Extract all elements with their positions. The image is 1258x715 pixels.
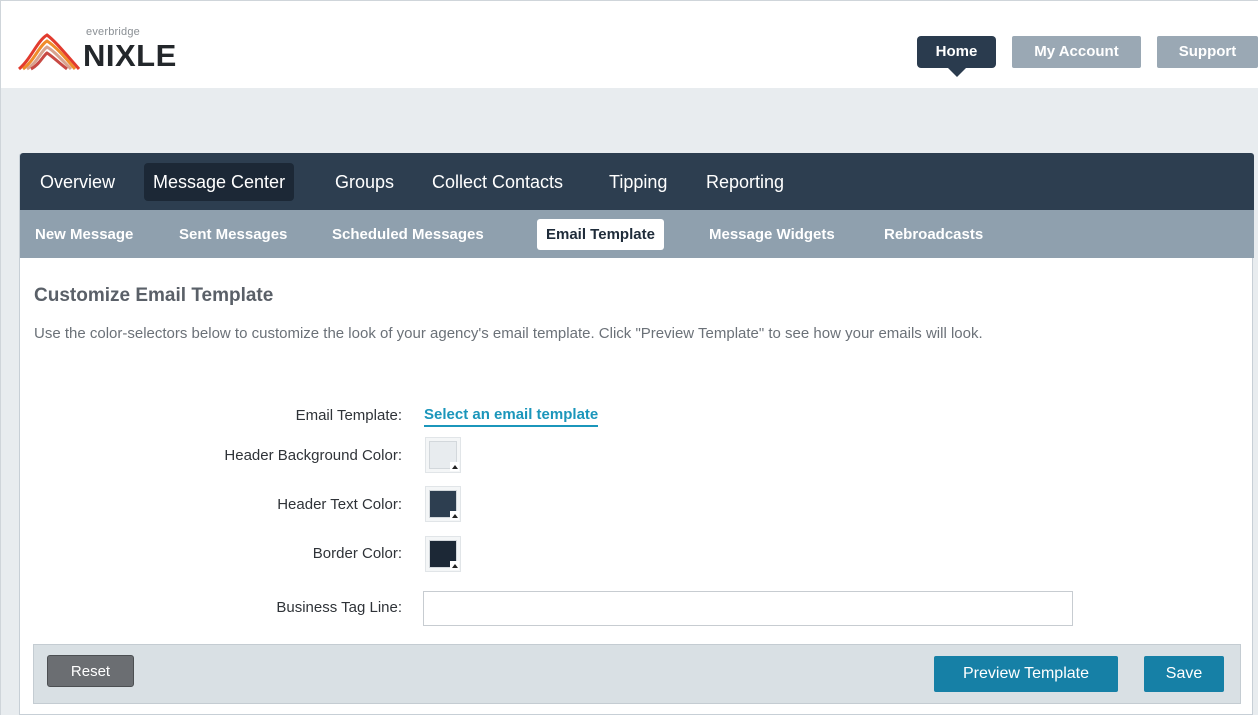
preview-template-button[interactable]: Preview Template [934, 656, 1118, 692]
nav-overview[interactable]: Overview [31, 163, 124, 201]
subnav-sent-messages[interactable]: Sent Messages [170, 219, 296, 250]
subnav-scheduled-messages[interactable]: Scheduled Messages [323, 219, 493, 250]
nav-groups[interactable]: Groups [326, 163, 403, 201]
header-text-color-picker[interactable] [425, 486, 461, 522]
brand-sub-label: everbridge [86, 26, 140, 38]
header-text-color-label: Header Text Color: [277, 496, 402, 513]
page-title: Customize Email Template [34, 285, 274, 306]
nixle-logo[interactable]: everbridge NIXLE [17, 25, 187, 75]
save-button[interactable]: Save [1144, 656, 1224, 692]
caret-up-icon [452, 514, 458, 518]
nav-collect-contacts[interactable]: Collect Contacts [423, 163, 572, 201]
subnav-new-message[interactable]: New Message [26, 219, 142, 250]
top-header: everbridge NIXLE Home My Account Support [1, 1, 1258, 88]
my-account-button[interactable]: My Account [1012, 36, 1141, 68]
header-bg-color-label: Header Background Color: [224, 447, 402, 464]
border-color-label: Border Color: [312, 545, 402, 562]
nav-message-center[interactable]: Message Center [144, 163, 295, 201]
support-button[interactable]: Support [1157, 36, 1258, 68]
business-tagline-label: Business Tag Line: [276, 599, 402, 616]
nixle-logo-waves-icon [17, 33, 81, 71]
reset-button[interactable]: Reset [47, 655, 134, 687]
header-bg-color-picker[interactable] [425, 437, 461, 473]
select-email-template-link[interactable]: Select an email template [424, 406, 599, 427]
caret-up-icon [452, 465, 458, 469]
main-panel: Overview Message Center Groups Collect C… [19, 153, 1254, 715]
subnav-rebroadcasts[interactable]: Rebroadcasts [875, 219, 992, 250]
caret-up-icon [452, 564, 458, 568]
home-active-caret-icon [948, 68, 966, 77]
home-button[interactable]: Home [917, 36, 996, 68]
subnav-email-template[interactable]: Email Template [537, 219, 664, 250]
secondary-nav: New Message Sent Messages Scheduled Mess… [20, 210, 1254, 258]
nav-reporting[interactable]: Reporting [697, 163, 793, 201]
action-bar: Reset Preview Template Save [33, 644, 1241, 704]
brand-name: NIXLE [83, 38, 177, 73]
page-description: Use the color-selectors below to customi… [34, 325, 983, 342]
email-template-label: Email Template: [295, 407, 402, 424]
border-color-picker[interactable] [425, 536, 461, 572]
business-tagline-input[interactable] [423, 591, 1073, 626]
nav-tipping[interactable]: Tipping [600, 163, 676, 201]
subnav-message-widgets[interactable]: Message Widgets [700, 219, 844, 250]
primary-nav: Overview Message Center Groups Collect C… [20, 153, 1254, 210]
